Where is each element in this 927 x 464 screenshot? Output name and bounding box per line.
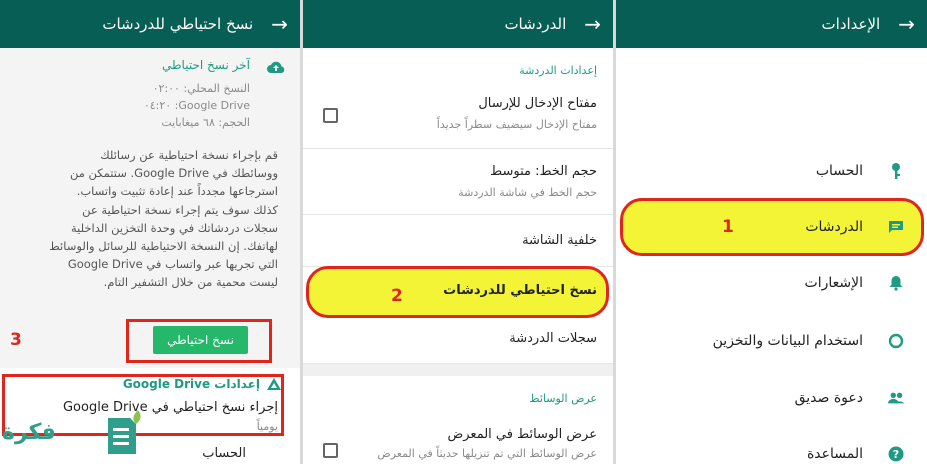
data-usage-icon <box>887 332 905 350</box>
drive-backup-frequency-value: يومياً <box>256 420 278 433</box>
font-size-subtitle: حجم الخط في شاشة الدردشة <box>458 186 597 199</box>
chats-title: الدردشات <box>504 15 567 33</box>
wallpaper-label: خلفية الشاشة <box>522 233 597 248</box>
description-line: استرجاعها مجدداً عند إعادة تثبيت واتساب. <box>76 184 278 199</box>
settings-item-chats[interactable]: الدردشات <box>616 201 927 253</box>
settings-item-label: دعوة صديق <box>794 390 863 406</box>
media-section-header: عرض الوسائط <box>529 392 597 405</box>
settings-panel: → الإعدادات الحساب الدردشات 1 الإشعارات … <box>616 0 927 464</box>
drive-backup-frequency-label[interactable]: إجراء نسخ احتياطي في Google Drive <box>63 400 278 415</box>
back-arrow-icon[interactable]: → <box>898 14 915 34</box>
key-icon <box>887 162 905 180</box>
description-line: ليست محمية من خلال التشفير التام. <box>103 275 278 290</box>
settings-item-label: الدردشات <box>805 219 863 235</box>
font-size-row[interactable]: حجم الخط: متوسط حجم الخط في شاشة الدردشة <box>303 149 613 215</box>
settings-item-invite[interactable]: دعوة صديق <box>616 372 927 424</box>
description-line: قم بإجراء نسخة احتياطية عن رسائلك <box>100 148 278 162</box>
lightbulb-logo-icon <box>108 410 141 454</box>
svg-text:?: ? <box>893 448 899 461</box>
description-line: كذلك سوف يتم إجراء نسخة احتياطية عن <box>82 202 278 217</box>
chat-settings-section-header: إعدادات الدردشة <box>519 64 597 77</box>
local-backup-time: النسخ المحلي: ٠٢:٠٠ <box>152 82 250 95</box>
back-arrow-icon[interactable]: → <box>584 14 601 34</box>
settings-item-account[interactable]: الحساب <box>616 145 927 197</box>
chats-panel: → الدردشات إعدادات الدردشة مفتاح الإدخال… <box>303 0 613 464</box>
help-icon: ? <box>887 445 905 463</box>
chat-history-label: سجلات الدردشة <box>509 331 597 346</box>
settings-item-label: الإشعارات <box>804 275 863 291</box>
description-line: لهاتفك. إن النسخة الاحتياطية للرسائل وال… <box>49 239 278 254</box>
font-size-title: حجم الخط: متوسط <box>490 164 597 179</box>
bell-icon <box>887 274 905 292</box>
backup-button[interactable]: نسخ احتياطي <box>153 326 248 354</box>
wallpaper-row[interactable]: خلفية الشاشة <box>303 215 613 267</box>
media-visibility-checkbox[interactable] <box>323 443 338 458</box>
description-line: ووسائطك في Google Drive. ستتمكن من <box>69 166 278 181</box>
settings-item-notifications[interactable]: الإشعارات <box>616 257 927 309</box>
last-backup-heading: آخر نسخ احتياطي <box>162 58 250 72</box>
chat-icon <box>887 218 905 236</box>
settings-item-label: المساعدة <box>806 446 863 462</box>
settings-app-bar: → الإعدادات <box>616 0 927 48</box>
drive-backup-time: Google Drive: ٠٤:٢٠ <box>143 99 250 112</box>
enter-key-subtitle: مفتاح الإدخال سيضيف سطراً جديداً <box>436 118 597 131</box>
backup-title: نسخ احتياطي للدردشات <box>102 15 254 33</box>
backup-app-bar: → نسخ احتياطي للدردشات <box>0 0 300 48</box>
settings-item-data-storage[interactable]: استخدام البيانات والتخزين <box>616 315 927 367</box>
enter-key-checkbox[interactable] <box>323 108 338 123</box>
settings-item-label: استخدام البيانات والتخزين <box>712 333 863 349</box>
back-arrow-icon[interactable]: → <box>271 14 288 34</box>
settings-item-help[interactable]: ? المساعدة <box>616 428 927 464</box>
watermark-logo: فكرة <box>2 420 56 445</box>
settings-title: الإعدادات <box>821 15 881 33</box>
chats-app-bar: → الدردشات <box>303 0 613 48</box>
description-line: التي تجريها عبر واتساب في Google Drive <box>67 257 278 272</box>
cloud-upload-icon <box>267 61 285 73</box>
settings-item-label: الحساب <box>815 163 863 179</box>
backup-description: قم بإجراء نسخة احتياطية عن رسائلك ووسائط… <box>18 146 278 292</box>
description-line: سجلات دردشاتك في وحدة التخزين الداخلية <box>70 220 278 235</box>
media-visibility-subtitle: عرض الوسائط التي تم تنزيلها حديثاً في ال… <box>377 447 597 460</box>
enter-key-title: مفتاح الإدخال للإرسال <box>478 96 597 111</box>
annotation-number-2: 2 <box>391 286 403 306</box>
section-spacer <box>303 364 613 376</box>
backup-size: الحجم: ٦٨ ميغابايت <box>161 116 250 129</box>
chat-history-row[interactable]: سجلات الدردشة <box>303 318 613 364</box>
annotation-number-3: 3 <box>10 330 22 350</box>
media-visibility-title[interactable]: عرض الوسائط في المعرض <box>448 427 597 442</box>
people-icon <box>887 389 905 407</box>
drive-account-label[interactable]: الحساب <box>202 446 246 461</box>
backup-panel: → نسخ احتياطي للدردشات آخر نسخ احتياطي ا… <box>0 0 300 464</box>
profile-area <box>616 48 927 144</box>
annotation-number-1: 1 <box>722 217 734 237</box>
chat-backup-item[interactable]: نسخ احتياطي للدردشات <box>443 283 597 298</box>
enter-key-row[interactable]: مفتاح الإدخال للإرسال مفتاح الإدخال سيضي… <box>303 82 613 149</box>
